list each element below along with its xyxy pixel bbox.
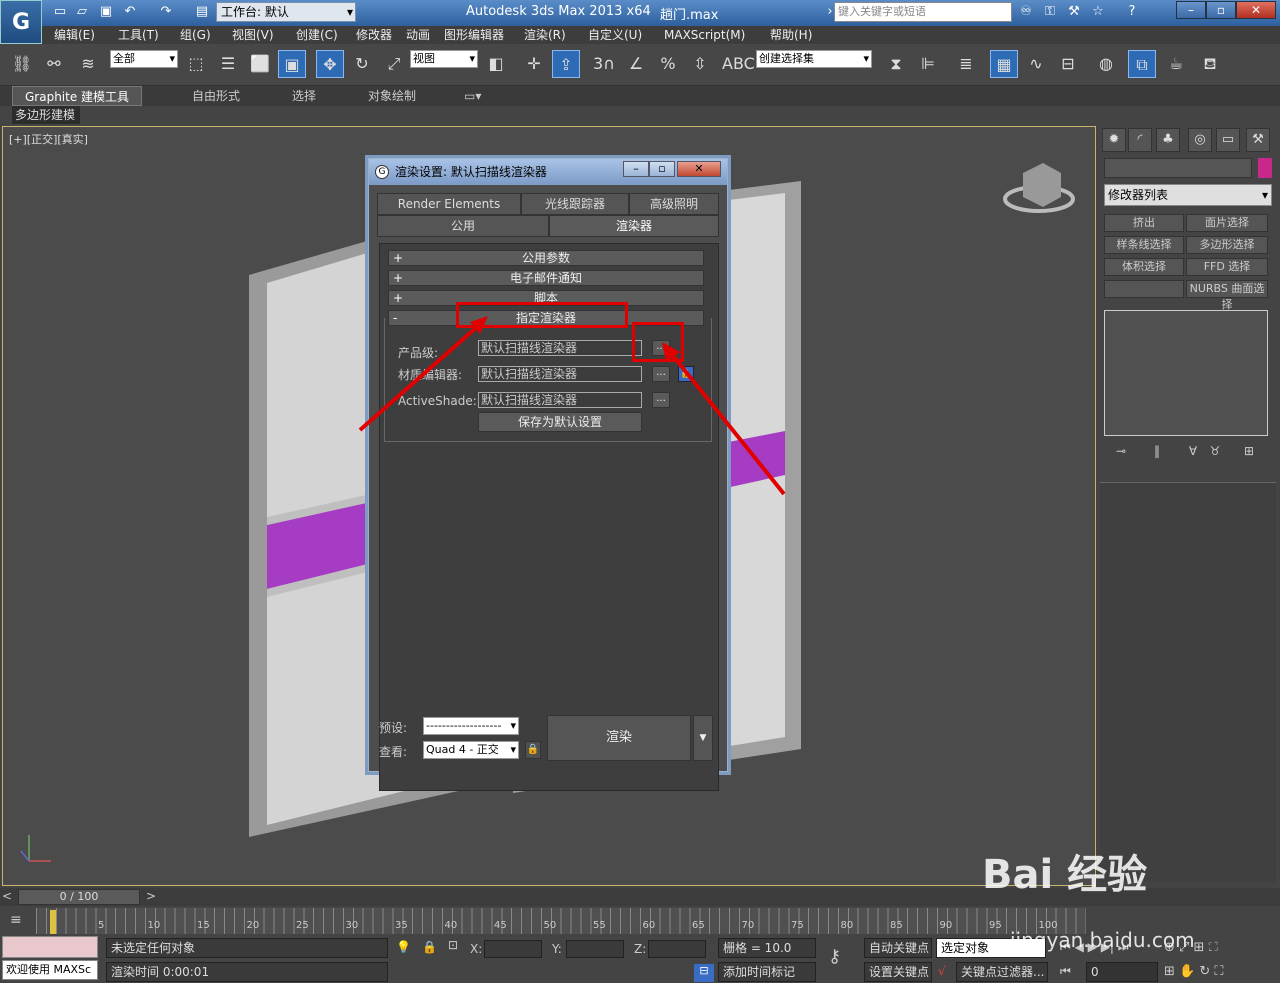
slider-next-icon[interactable]: > bbox=[146, 889, 156, 903]
track-bar-tick-label: 35 bbox=[395, 920, 408, 931]
z-coordinate-field[interactable] bbox=[648, 940, 706, 958]
annotation-arrows bbox=[358, 316, 786, 496]
current-frame-marker[interactable] bbox=[50, 910, 56, 934]
track-bar[interactable] bbox=[36, 908, 1086, 934]
time-slider-thumb[interactable]: 0 / 100 bbox=[18, 889, 140, 905]
track-bar-tick-label: 95 bbox=[989, 920, 1002, 931]
track-bar-tick-label: 70 bbox=[741, 920, 755, 931]
key-filters-button[interactable]: 关键点过滤器... bbox=[956, 962, 1048, 982]
set-key-button[interactable]: 设置关键点 bbox=[864, 962, 932, 982]
lightbulb-icon[interactable]: 💡 bbox=[396, 940, 411, 954]
auto-key-button[interactable]: 自动关键点 bbox=[864, 938, 932, 958]
track-bar-tick-label: 50 bbox=[543, 920, 557, 931]
track-bar-tick-label: 30 bbox=[345, 920, 359, 931]
render-time-status: 渲染时间 0:00:01 bbox=[106, 962, 388, 982]
selection-status: 未选定任何对象 bbox=[106, 938, 388, 958]
z-label: Z: bbox=[634, 942, 647, 956]
grid-size-status: 栅格 = 10.0 bbox=[718, 938, 816, 958]
track-bar-tick-label: 75 bbox=[791, 920, 804, 931]
track-bar-tick-label: 55 bbox=[593, 920, 606, 931]
time-tag-icon[interactable]: ⊟ bbox=[694, 964, 714, 982]
track-bar-tick-label: 85 bbox=[890, 920, 903, 931]
track-bar-tick-label: 40 bbox=[444, 920, 458, 931]
key-mode-icon[interactable]: ⚷ bbox=[828, 946, 858, 970]
track-bar-tick-label: 10 bbox=[147, 920, 161, 931]
baidu-watermark: Bai 经验 bbox=[982, 852, 1148, 898]
track-bar-tick-label: 65 bbox=[692, 920, 705, 931]
track-bar-tick-label: 90 bbox=[939, 920, 953, 931]
track-bar-tick-label: 20 bbox=[246, 920, 260, 931]
add-time-tag-button[interactable]: 添加时间标记 bbox=[718, 962, 816, 982]
pan-orbit-controls[interactable]: ⊞ ✋ ↻ ⛶ bbox=[1164, 964, 1223, 979]
welcome-text[interactable]: 欢迎使用 MAXSc bbox=[2, 960, 98, 980]
slider-prev-icon[interactable]: < bbox=[2, 889, 12, 903]
current-frame-field[interactable]: 0 bbox=[1086, 962, 1158, 982]
x-label: X: bbox=[470, 942, 483, 956]
x-coordinate-field[interactable] bbox=[484, 940, 542, 958]
track-bar-tick-label: 60 bbox=[642, 920, 656, 931]
track-bar-tick-label: 25 bbox=[296, 920, 309, 931]
selection-lock-icon[interactable]: 🔒 bbox=[422, 940, 437, 954]
absolute-mode-icon[interactable]: ⊡ bbox=[448, 938, 458, 952]
baidu-url-watermark: jingyan.baidu.com bbox=[1010, 928, 1195, 952]
track-bar-tick-label: 5 bbox=[98, 920, 105, 931]
maxscript-listener[interactable] bbox=[2, 936, 98, 958]
y-label: Y: bbox=[552, 942, 562, 956]
y-coordinate-field[interactable] bbox=[566, 940, 624, 958]
track-bar-icon[interactable]: ≡ bbox=[10, 912, 32, 930]
track-bar-tick-label: 80 bbox=[840, 920, 854, 931]
track-bar-tick-label: 15 bbox=[197, 920, 210, 931]
key-curve-icon: √ bbox=[938, 964, 946, 978]
track-bar-tick-label: 45 bbox=[494, 920, 507, 931]
goto-start-icon[interactable]: ⏮ bbox=[1060, 964, 1071, 979]
